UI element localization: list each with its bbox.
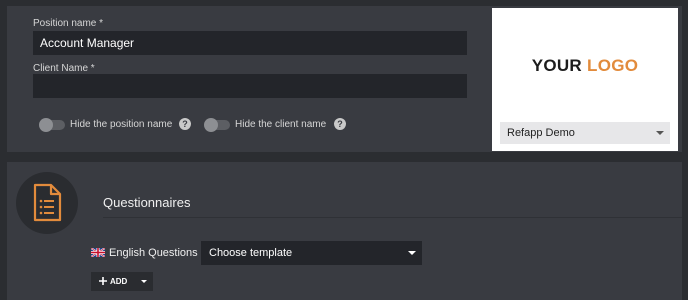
template-select[interactable]: Choose template — [201, 241, 422, 265]
position-name-input[interactable]: Account Manager — [33, 31, 467, 55]
toggle-knob — [204, 118, 218, 132]
document-list-icon — [33, 183, 62, 222]
add-button[interactable]: ADD — [91, 272, 153, 291]
template-select-value: Choose template — [209, 247, 293, 259]
plus-icon — [99, 277, 107, 285]
company-logo-panel: YOUR LOGO Refapp Demo — [492, 8, 678, 151]
company-select[interactable]: Refapp Demo — [500, 122, 670, 144]
logo-word-your: YOUR — [531, 56, 583, 75]
help-icon[interactable]: ? — [334, 118, 346, 130]
questionnaires-panel: Questionnaires English Questions Choose … — [7, 162, 682, 300]
client-name-input[interactable] — [33, 74, 467, 98]
uk-flag-icon — [91, 248, 105, 257]
position-name-label: Position name * — [33, 18, 104, 29]
help-icon[interactable]: ? — [179, 118, 191, 130]
divider — [103, 217, 682, 218]
hide-position-toggle[interactable] — [39, 118, 65, 132]
english-questions-label: English Questions — [91, 247, 198, 259]
client-name-label: Client Name * — [33, 63, 95, 74]
hide-client-toggle[interactable] — [204, 118, 230, 132]
chevron-down-icon — [408, 251, 416, 255]
logo-word-logo: LOGO — [587, 56, 639, 75]
toggle-knob — [39, 118, 53, 132]
language-label-text: English Questions — [109, 247, 198, 259]
questionnaires-title: Questionnaires — [103, 195, 191, 210]
company-select-value: Refapp Demo — [507, 127, 575, 139]
chevron-down-icon — [141, 280, 147, 283]
chevron-down-icon — [656, 131, 664, 135]
hide-position-label: Hide the position name — [70, 119, 173, 130]
hide-client-label: Hide the client name — [235, 119, 327, 130]
logo[interactable]: YOUR LOGO — [492, 56, 678, 76]
questionnaire-badge — [16, 172, 78, 234]
add-button-label: ADD — [110, 277, 128, 286]
